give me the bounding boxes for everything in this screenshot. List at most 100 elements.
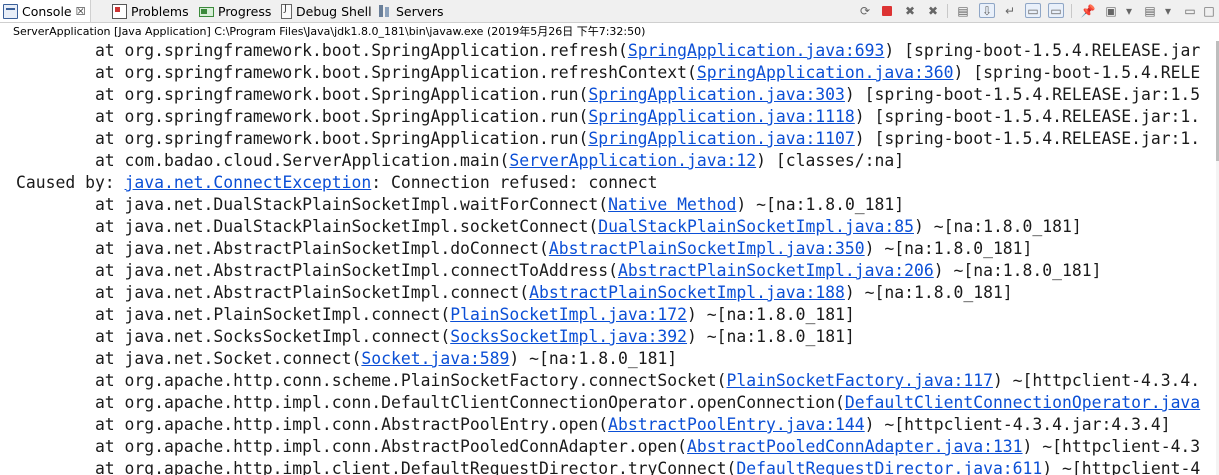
stack-trace-line: at java.net.AbstractPlainSocketImpl.doCo… [16, 238, 1032, 260]
stack-trace-line: at java.net.AbstractPlainSocketImpl.conn… [16, 282, 1013, 304]
stack-frame-suffix: ) ~[httpclient-4.3.4. [992, 371, 1201, 390]
stack-trace-line: at org.springframework.boot.SpringApplic… [16, 106, 1200, 128]
progress-icon [199, 7, 214, 17]
source-link[interactable]: PlainSocketFactory.java:117 [727, 371, 993, 390]
stack-trace-line: at java.net.Socket.connect(Socket.java:5… [16, 348, 677, 370]
source-link[interactable]: SpringApplication.java:303 [588, 85, 845, 104]
stack-frame-text: at java.net.AbstractPlainSocketImpl.doCo… [16, 239, 549, 258]
source-link[interactable]: DualStackPlainSocketImpl.java:85 [598, 217, 914, 236]
stack-trace-line: at com.badao.cloud.ServerApplication.mai… [16, 150, 904, 172]
stack-frame-suffix: : Connection refused: connect [371, 173, 658, 192]
stack-frame-text: at java.net.SocksSocketImpl.connect( [16, 327, 451, 346]
stack-frame-suffix: ) ~[na:1.8.0_181] [844, 283, 1013, 302]
tab-console[interactable]: Console ☒ [0, 0, 91, 22]
show-on-stderr-icon[interactable]: ▭ [1048, 3, 1064, 18]
terminate-button[interactable] [879, 3, 895, 18]
stack-trace-line: at org.apache.http.impl.conn.AbstractPoo… [16, 414, 1171, 436]
console-view-toolbar: Console ☒ Problems Progress Debug Shell … [0, 0, 1219, 23]
show-on-stdout-icon[interactable]: ▭ [1025, 3, 1041, 18]
relaunch-icon[interactable]: ⟳ [857, 3, 873, 18]
problems-icon [112, 3, 127, 19]
clear-console-icon[interactable]: ▤ [955, 3, 971, 18]
stack-trace-line: at org.apache.http.impl.client.DefaultRe… [16, 458, 1200, 475]
stack-trace-line: at org.springframework.boot.SpringApplic… [16, 84, 1200, 106]
stack-frame-suffix: ) ~[na:1.8.0_181] [687, 305, 855, 324]
chevron-down-icon[interactable]: ▾ [1121, 3, 1137, 18]
stack-frame-text: at org.apache.http.conn.scheme.PlainSock… [16, 371, 727, 390]
stack-frame-text: at org.springframework.boot.SpringApplic… [16, 107, 589, 126]
source-link[interactable]: ServerApplication.java:12 [509, 151, 756, 170]
stack-frame-text: at java.net.Socket.connect( [16, 349, 362, 368]
tab-debug-shell[interactable]: Debug Shell [278, 0, 372, 22]
stack-frame-text: at org.apache.http.impl.conn.AbstractPoo… [16, 437, 688, 456]
stack-frame-text: at java.net.DualStackPlainSocketImpl.soc… [16, 217, 599, 236]
source-link[interactable]: Socket.java:589 [361, 349, 509, 368]
tab-problems[interactable]: Problems [109, 0, 189, 22]
tab-console-label: Console [22, 3, 72, 19]
stack-trace-line: at org.springframework.boot.SpringApplic… [16, 41, 1200, 62]
source-link[interactable]: PlainSocketImpl.java:172 [450, 305, 687, 324]
stack-frame-suffix: ) ~[httpclient-4 [1042, 459, 1201, 475]
stack-frame-text: at org.apache.http.impl.conn.DefaultClie… [16, 393, 845, 412]
stack-frame-suffix: ) ~[na:1.8.0_181] [687, 327, 855, 346]
stack-frame-text: Caused by: [16, 173, 125, 192]
stack-frame-suffix: ) [spring-boot-1.5.4.RELEASE.jar:1. [854, 107, 1201, 126]
remove-launch-button[interactable]: ✖ [902, 3, 918, 18]
stack-frame-text: at org.apache.http.impl.client.DefaultRe… [16, 459, 737, 475]
source-link[interactable]: java.net.ConnectException [125, 173, 372, 192]
source-link[interactable]: SpringApplication.java:693 [628, 41, 885, 60]
source-link[interactable]: SpringApplication.java:1107 [588, 129, 854, 148]
stack-trace-line: at java.net.SocksSocketImpl.connect(Sock… [16, 326, 855, 348]
source-link[interactable]: AbstractPoolEntry.java:144 [608, 415, 865, 434]
pin-console-icon[interactable]: 📌 [1080, 3, 1096, 18]
stack-frame-suffix: ) ~[na:1.8.0_181] [736, 195, 905, 214]
source-link[interactable]: Native Method [608, 195, 736, 214]
word-wrap-icon[interactable]: ↵ [1002, 3, 1018, 18]
source-link[interactable]: SpringApplication.java:1118 [588, 107, 854, 126]
source-link[interactable]: SpringApplication.java:360 [697, 63, 954, 82]
source-link[interactable]: AbstractPlainSocketImpl.java:350 [549, 239, 865, 258]
maximize-icon[interactable]: □ [1201, 3, 1217, 18]
launch-description: ServerApplication [Java Application] C:\… [0, 23, 1219, 41]
console-output[interactable]: at org.springframework.boot.SpringApplic… [0, 41, 1216, 475]
stack-frame-suffix: ) ~[na:1.8.0_181] [864, 239, 1033, 258]
stack-frame-text: at org.springframework.boot.SpringApplic… [16, 63, 697, 82]
stack-frame-text: at org.apache.http.impl.conn.AbstractPoo… [16, 415, 609, 434]
stack-trace-line: at org.apache.http.conn.scheme.PlainSock… [16, 370, 1200, 392]
stack-frame-text: at org.springframework.boot.SpringApplic… [16, 85, 589, 104]
debug-shell-icon [281, 3, 292, 19]
stack-frame-suffix: ) [spring-boot-1.5.4.RELE [953, 63, 1201, 82]
source-link[interactable]: AbstractPlainSocketImpl.java:206 [618, 261, 934, 280]
tab-servers[interactable]: Servers [375, 0, 444, 22]
source-link[interactable]: AbstractPlainSocketImpl.java:188 [529, 283, 845, 302]
stack-frame-suffix: ) ~[httpclient-4.3.4.jar:4.3.4] [864, 415, 1171, 434]
stack-frame-suffix: ) ~[na:1.8.0_181] [933, 261, 1102, 280]
minimize-icon[interactable]: ▭ [1182, 3, 1198, 18]
stack-frame-text: at org.springframework.boot.SpringApplic… [16, 41, 628, 60]
scroll-lock-icon[interactable]: ⇩ [979, 3, 995, 18]
source-link[interactable]: DefaultClientConnectionOperator.java [845, 393, 1200, 412]
source-link[interactable]: AbstractPooledConnAdapter.java:131 [687, 437, 1023, 456]
open-console-icon[interactable]: ▤ [1142, 3, 1158, 18]
tab-servers-label: Servers [396, 3, 444, 19]
stack-trace-line: at java.net.PlainSocketImpl.connect(Plai… [16, 304, 855, 326]
caused-by-line: Caused by: java.net.ConnectException: Co… [16, 172, 657, 194]
stack-trace-line: at org.apache.http.impl.conn.AbstractPoo… [16, 436, 1200, 458]
close-icon[interactable]: ☒ [76, 5, 86, 18]
stack-frame-suffix: ) ~[na:1.8.0_181] [509, 349, 678, 368]
tab-progress[interactable]: Progress [196, 0, 271, 22]
stack-frame-text: at org.springframework.boot.SpringApplic… [16, 129, 589, 148]
stack-trace-line: at org.apache.http.impl.conn.DefaultClie… [16, 392, 1200, 414]
console-icon [3, 3, 18, 19]
source-link[interactable]: DefaultRequestDirector.java:611 [736, 459, 1042, 475]
stack-trace-line: at java.net.DualStackPlainSocketImpl.soc… [16, 216, 1082, 238]
servers-icon [378, 4, 392, 19]
remove-all-terminated-button[interactable]: ✖ [925, 3, 941, 18]
source-link[interactable]: SocksSocketImpl.java:392 [450, 327, 687, 346]
stack-frame-text: at java.net.AbstractPlainSocketImpl.conn… [16, 261, 618, 280]
stack-frame-suffix: ) ~[na:1.8.0_181] [914, 217, 1082, 236]
stack-frame-text: at com.badao.cloud.ServerApplication.mai… [16, 151, 510, 170]
stack-frame-text: at java.net.AbstractPlainSocketImpl.conn… [16, 283, 530, 302]
display-selected-console-icon[interactable]: ▣ [1103, 3, 1119, 18]
chevron-down-icon[interactable]: ▾ [1160, 3, 1176, 18]
